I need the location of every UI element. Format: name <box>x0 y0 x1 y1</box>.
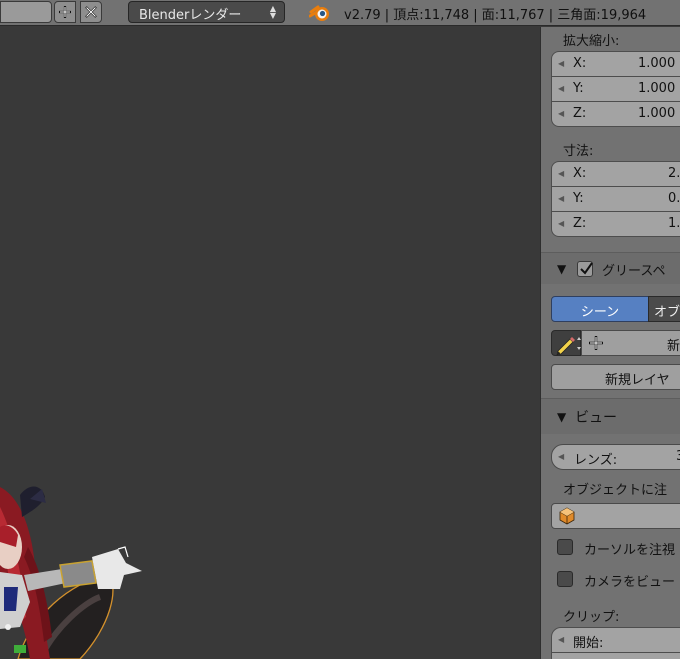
decrement-arrow-icon[interactable]: ◀ <box>558 109 564 118</box>
blender-logo-icon <box>309 5 329 21</box>
clip-end-field[interactable] <box>551 652 680 659</box>
dimension-y-field[interactable]: ◀ Y: 0. <box>551 186 680 212</box>
pencil-icon <box>556 337 581 356</box>
dimensions-label: 寸法: <box>563 144 594 159</box>
scale-fields: ◀ X: 1.000 ◀ Y: 1.000 ◀ Z: 1.000 <box>551 51 680 127</box>
3d-viewport[interactable] <box>0 27 540 659</box>
render-engine-label: Blenderレンダー <box>139 8 242 23</box>
decrement-arrow-icon[interactable]: ◀ <box>558 59 564 68</box>
axis-label: Y: <box>573 191 584 206</box>
tab-scene[interactable]: シーン <box>551 296 649 322</box>
header-bar: Blenderレンダー ▲ ▼ v2.79 | 頂点:11,748 | 面:11,… <box>0 0 680 26</box>
clip-label: クリップ: <box>563 610 620 625</box>
view-section-header[interactable]: ▼ ビュー <box>541 398 680 434</box>
scale-z-value: 1.000 <box>638 106 676 121</box>
checkmark-icon <box>580 262 593 275</box>
collapse-triangle-icon[interactable]: ▼ <box>557 410 566 424</box>
lock-cursor-label: カーソルを注視 <box>584 543 676 558</box>
render-engine-select[interactable]: Blenderレンダー ▲ ▼ <box>128 1 285 23</box>
lens-field[interactable]: ◀ レンズ: 3 <box>551 444 680 470</box>
x-icon <box>85 6 97 18</box>
axis-label: Z: <box>573 106 587 121</box>
lens-label: レンズ: <box>574 453 618 468</box>
scale-z-field[interactable]: ◀ Z: 1.000 <box>551 101 680 127</box>
grease-pencil-checkbox[interactable] <box>577 261 593 277</box>
scene-statistics: v2.79 | 頂点:11,748 | 面:11,767 | 三角面:19,96… <box>344 8 647 23</box>
new-layer-label: 新規レイヤ <box>605 373 670 388</box>
plus-icon <box>589 336 603 350</box>
add-button[interactable] <box>54 1 76 23</box>
properties-panel: 拡大縮小: ◀ X: 1.000 ◀ Y: 1.000 ◀ Z: 1.000 寸… <box>540 27 680 659</box>
grease-pencil-header[interactable]: ▼ グリースペ <box>541 252 680 284</box>
clip-fields: ◀ 開始: <box>551 627 680 659</box>
dimension-z-field[interactable]: ◀ Z: 1. <box>551 211 680 237</box>
lock-to-object-label: オブジェクトに注 <box>563 483 668 498</box>
view-title: ビュー <box>575 410 617 426</box>
scale-y-field[interactable]: ◀ Y: 1.000 <box>551 76 680 102</box>
character-model <box>0 486 142 659</box>
plus-icon <box>59 6 71 18</box>
scale-y-value: 1.000 <box>638 81 676 96</box>
decrement-arrow-icon[interactable]: ◀ <box>558 219 564 228</box>
collapse-triangle-icon[interactable]: ▼ <box>557 262 566 276</box>
remove-button[interactable] <box>80 1 102 23</box>
clip-start-field[interactable]: ◀ 開始: <box>551 627 680 653</box>
lens-value: 3 <box>676 449 680 464</box>
dimension-z-value: 1. <box>668 216 680 231</box>
dimension-x-field[interactable]: ◀ X: 2. <box>551 161 680 187</box>
decrement-arrow-icon[interactable]: ◀ <box>558 635 564 644</box>
lock-cursor-checkbox[interactable] <box>557 539 573 555</box>
object-cube-icon <box>559 507 575 525</box>
decrement-arrow-icon[interactable]: ◀ <box>558 84 564 93</box>
axis-label: X: <box>573 56 587 71</box>
scale-x-field[interactable]: ◀ X: 1.000 <box>551 51 680 77</box>
scale-x-value: 1.000 <box>638 56 676 71</box>
tab-object[interactable]: オブ <box>648 296 680 322</box>
new-layer-button[interactable]: 新規レイヤ <box>551 364 680 390</box>
clip-start-label: 開始: <box>573 636 604 651</box>
grease-pencil-title: グリースペ <box>602 264 666 279</box>
lock-object-field[interactable] <box>551 503 680 529</box>
dimensions-fields: ◀ X: 2. ◀ Y: 0. ◀ Z: 1. <box>551 161 680 237</box>
axis-label: X: <box>573 166 587 181</box>
dimension-x-value: 2. <box>668 166 680 181</box>
lock-camera-label: カメラをビュー <box>584 575 676 590</box>
select-arrows-icon: ▲ ▼ <box>269 4 276 20</box>
dimension-y-value: 0. <box>668 191 680 206</box>
decrement-arrow-icon[interactable]: ◀ <box>558 169 564 178</box>
grease-pencil-browse-button[interactable] <box>551 330 581 356</box>
axis-label: Y: <box>573 81 584 96</box>
datablock-name-field[interactable] <box>0 1 52 23</box>
lock-camera-checkbox[interactable] <box>557 571 573 587</box>
decrement-arrow-icon[interactable]: ◀ <box>558 452 564 461</box>
decrement-arrow-icon[interactable]: ◀ <box>558 194 564 203</box>
new-grease-pencil-button[interactable]: 新 <box>581 330 680 356</box>
new-label: 新 <box>667 339 680 354</box>
scale-label: 拡大縮小: <box>563 34 620 49</box>
axis-label: Z: <box>573 216 587 231</box>
